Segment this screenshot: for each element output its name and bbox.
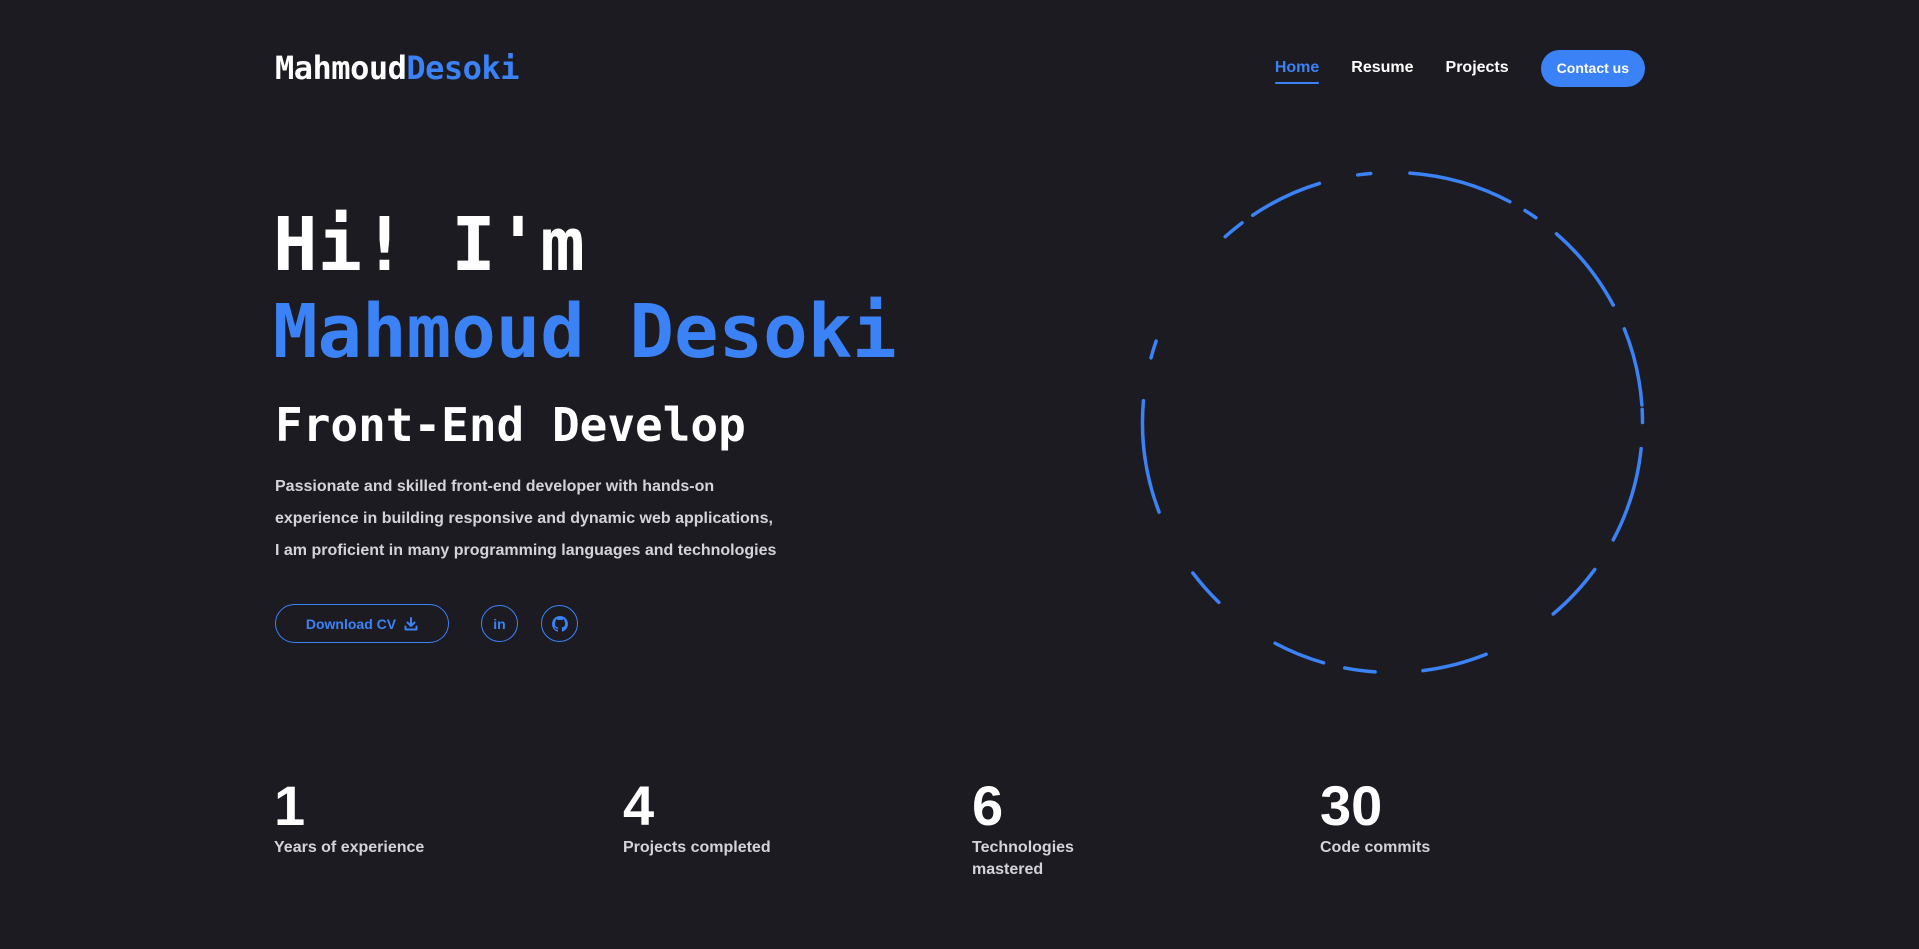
ring-arc — [1408, 171, 1512, 204]
contact-us-button[interactable]: Contact us — [1540, 49, 1645, 87]
linkedin-link[interactable]: in — [481, 605, 518, 642]
decorative-dashed-ring — [1140, 171, 1645, 674]
hero-role: Front-End Develop — [275, 398, 746, 452]
stat-label: Code commits — [1320, 839, 1431, 856]
ring-arc — [1554, 232, 1615, 307]
stat-value: 6 — [972, 774, 1004, 837]
ring-arc — [1191, 571, 1221, 605]
ring-arc — [1140, 398, 1161, 514]
hero-name: Mahmoud Desoki — [273, 289, 897, 375]
ring-arc — [1523, 208, 1538, 220]
linkedin-icon: in — [493, 615, 506, 632]
logo-first-name: Mahmoud — [275, 49, 407, 87]
hero-greeting: Hi! I'm — [273, 202, 585, 288]
ring-arc — [1273, 641, 1326, 665]
description-line: experience in building responsive and dy… — [275, 510, 773, 527]
stat-technologies: 6 Technologies mastered — [972, 773, 1082, 881]
description-line: I am proficient in many programming lang… — [275, 542, 777, 559]
download-cv-label: Download CV — [305, 615, 397, 632]
ring-arc — [1355, 171, 1373, 177]
github-link[interactable] — [541, 605, 578, 642]
ring-arc — [1149, 339, 1158, 360]
ring-arc — [1622, 327, 1644, 407]
site-header: MahmoudDesoki Home Resume Projects Conta… — [275, 46, 1645, 90]
download-cv-button[interactable]: Download CV — [275, 604, 449, 643]
download-icon — [404, 616, 418, 630]
nav-resume-link[interactable]: Resume — [1351, 53, 1413, 83]
logo[interactable]: MahmoudDesoki — [275, 49, 519, 87]
hero-description: Passionate and skilled front-end develop… — [275, 471, 835, 567]
stat-label: Projects completed — [623, 839, 771, 856]
ring-arc — [1421, 652, 1488, 673]
github-icon — [551, 615, 568, 632]
ring-arc — [1611, 446, 1643, 542]
ring-arc — [1250, 181, 1322, 217]
description-line: Passionate and skilled front-end develop… — [275, 478, 715, 495]
main-nav: Home Resume Projects Contact us — [1243, 49, 1645, 87]
hero-actions: Download CV in — [275, 604, 578, 643]
stat-label: Years of experience — [274, 839, 425, 856]
ring-arc — [1551, 567, 1597, 616]
stat-commits: 30 Code commits — [1320, 773, 1560, 859]
stat-value: 30 — [1320, 774, 1383, 837]
nav-home-link[interactable]: Home — [1274, 53, 1320, 84]
ring-arc — [1343, 666, 1377, 674]
stat-projects: 4 Projects completed — [623, 773, 863, 859]
stat-value: 1 — [274, 774, 306, 837]
stat-value: 4 — [623, 774, 655, 837]
stat-experience: 1 Years of experience — [274, 773, 514, 859]
ring-arc — [1223, 221, 1244, 239]
logo-last-name: Desoki — [406, 49, 519, 87]
stat-label: Technologies mastered — [972, 839, 1074, 878]
nav-projects-link[interactable]: Projects — [1446, 53, 1509, 83]
